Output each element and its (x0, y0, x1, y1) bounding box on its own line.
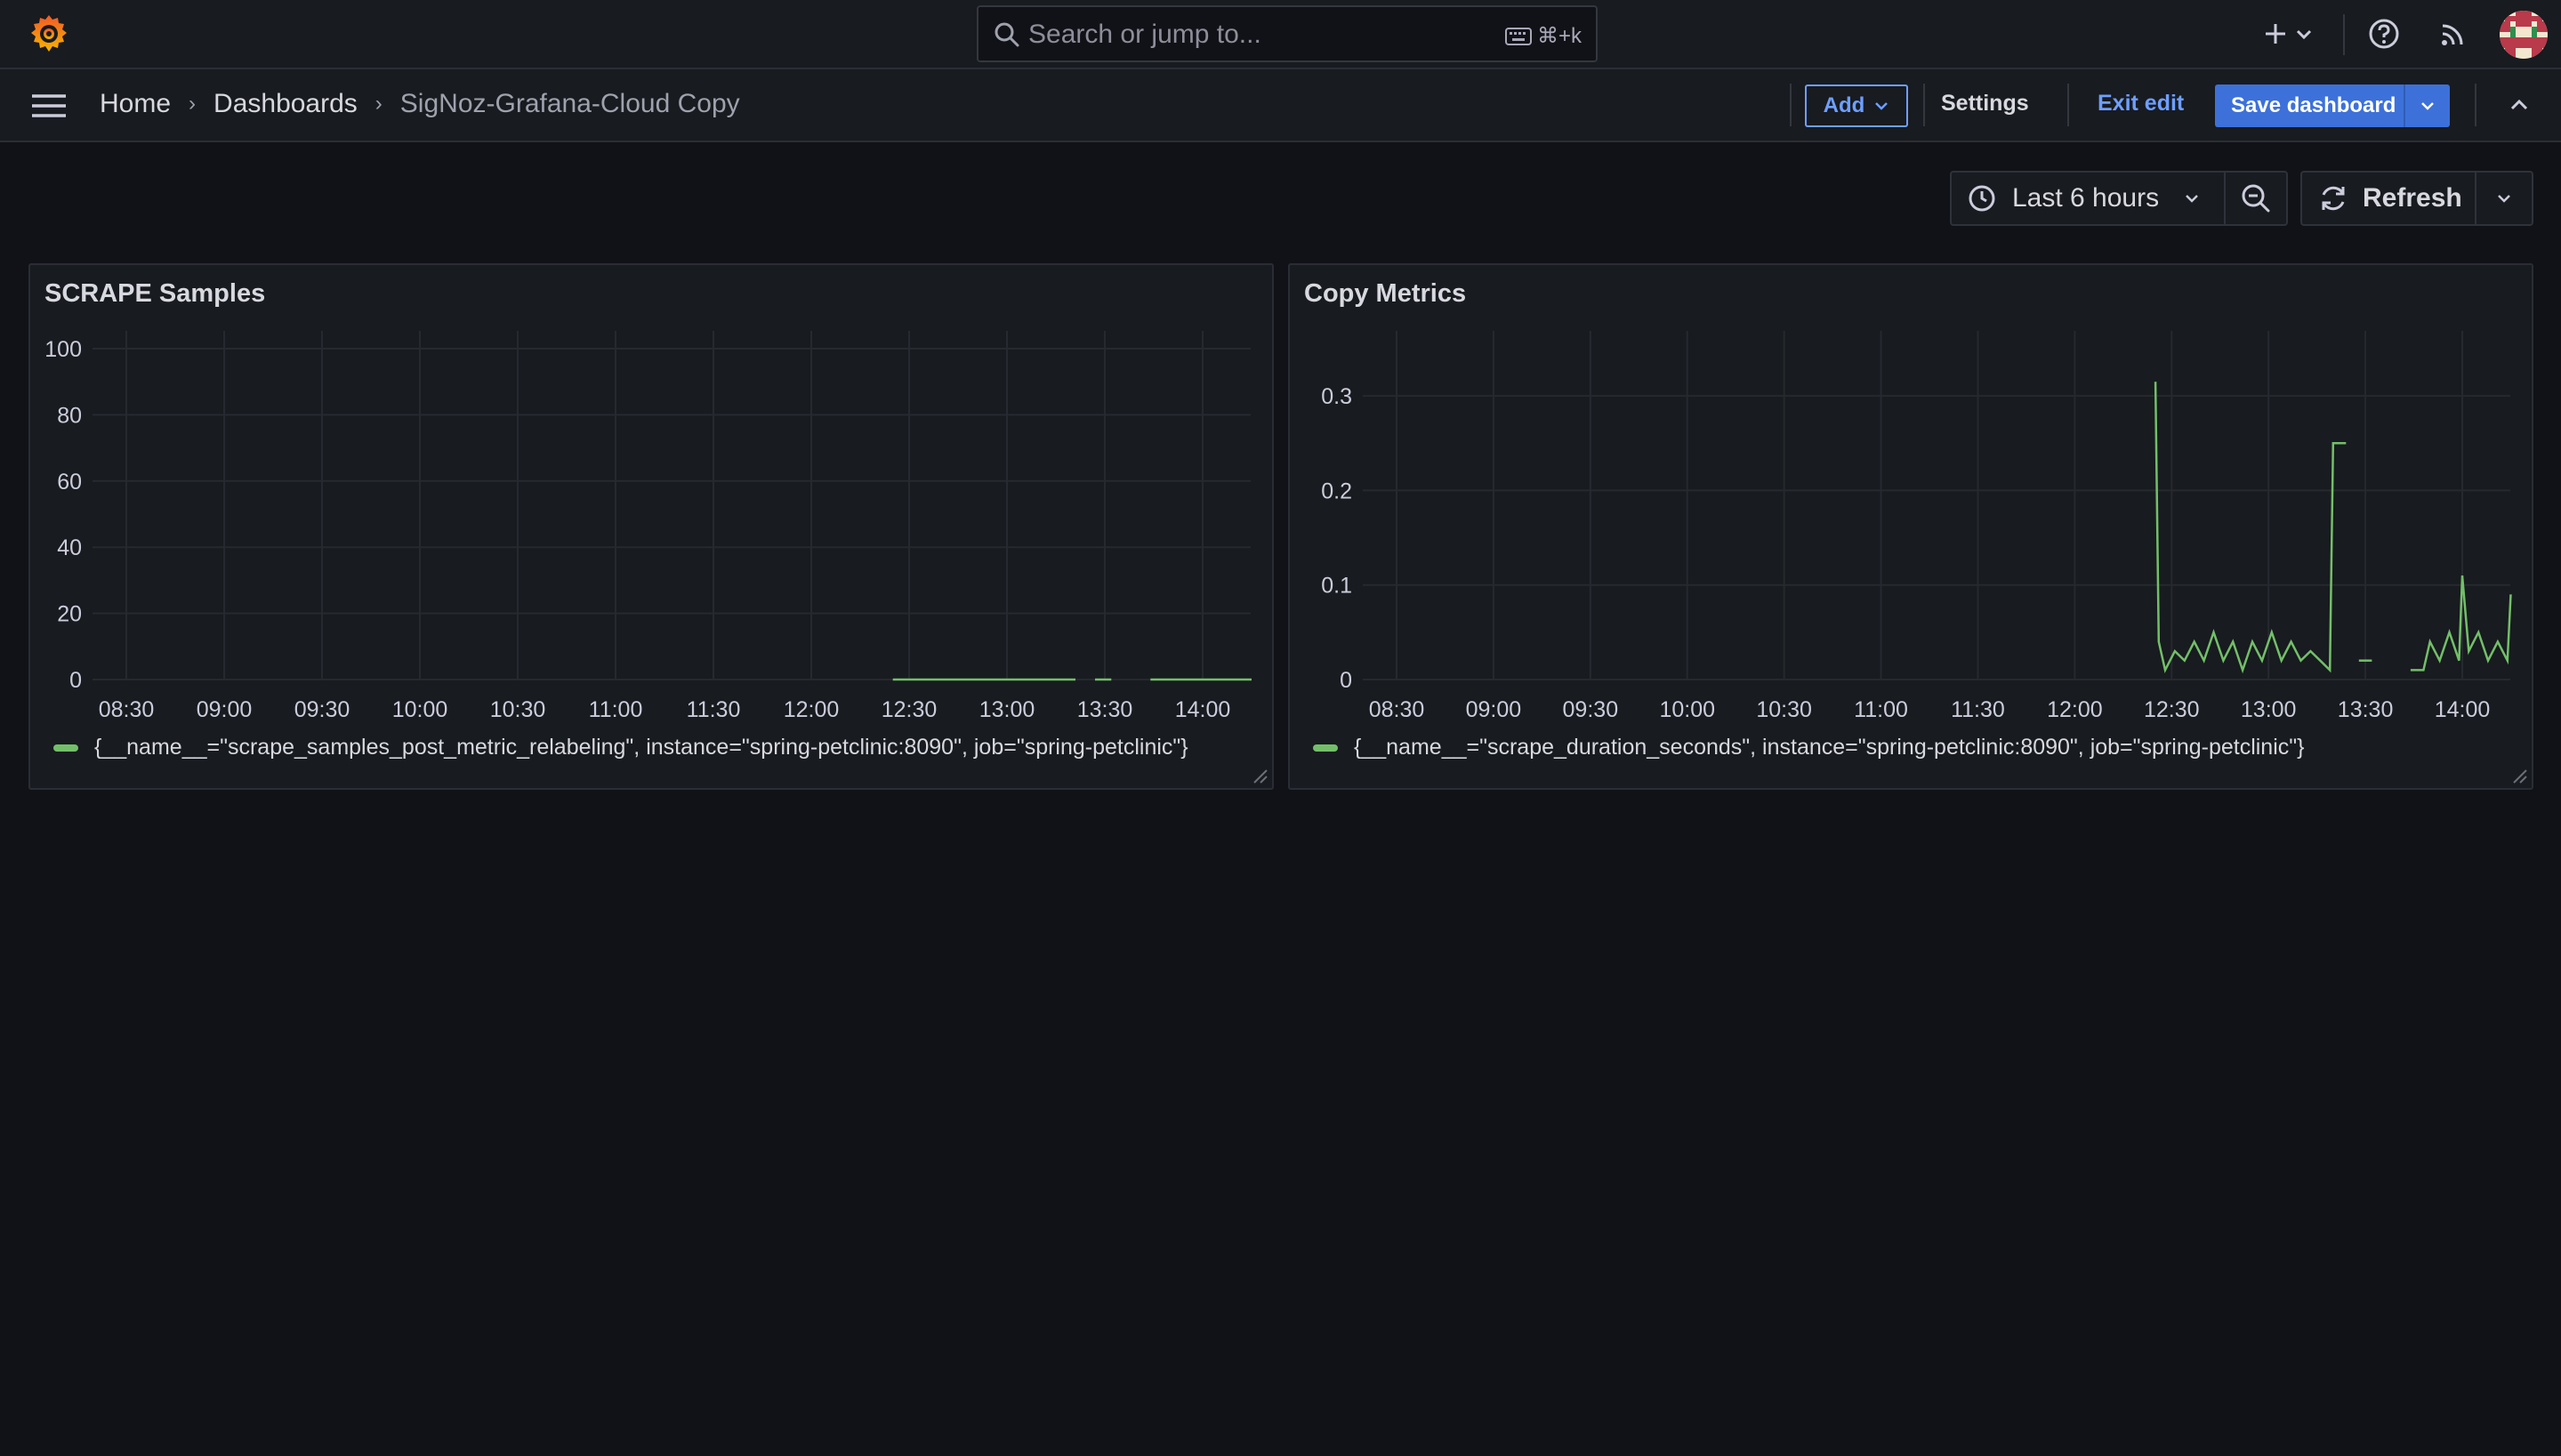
y-tick-label: 0 (1340, 668, 1352, 693)
zoom-out-button[interactable] (2224, 171, 2288, 226)
chevron-down-icon (2498, 195, 2510, 203)
chevron-right-icon: › (374, 92, 383, 116)
refresh-interval-button[interactable] (2475, 171, 2533, 226)
panel-scrape-samples[interactable]: SCRAPE Samples 0 20 40 60 80 100 08:30 09:00 09:… (28, 263, 1274, 790)
search-shortcut: ⌘+k (1504, 23, 1582, 49)
series-line (2154, 382, 2347, 674)
time-range-label: Last 6 hours (2012, 183, 2160, 213)
resize-handle-icon[interactable] (2510, 767, 2528, 784)
y-tick-label: 20 (57, 602, 82, 627)
x-tick-label: 12:00 (784, 697, 840, 722)
x-tick-label: 10:00 (392, 697, 448, 722)
nav-divider (2067, 84, 2069, 126)
x-tick-label: 13:30 (1077, 697, 1133, 722)
nav-divider (2475, 84, 2476, 126)
y-tick-label: 60 (57, 470, 82, 495)
topbar-divider (2343, 14, 2345, 55)
search-icon (995, 22, 1019, 47)
y-tick-label: 0.1 (1321, 574, 1352, 599)
save-dashboard-label: Save dashboard (2231, 93, 2396, 117)
top-bar: Search or jump to... ⌘+k (0, 0, 2561, 69)
zoom-out-icon (2242, 184, 2270, 213)
nav-divider (1790, 84, 1792, 126)
refresh-label: Refresh (2363, 183, 2462, 213)
nav-divider (1923, 84, 1925, 126)
x-tick-label: 13:00 (2241, 697, 2297, 722)
x-tick-label: 09:30 (294, 697, 350, 722)
help-icon[interactable] (2366, 16, 2402, 52)
breadcrumb-dashboards[interactable]: Dashboards (213, 89, 358, 119)
panel-copy-metrics[interactable]: Copy Metrics 0 0.1 0.2 0.3 08:30 09:00 09:30 10… (1288, 263, 2533, 790)
legend-swatch (53, 744, 78, 752)
news-feed-icon[interactable] (2436, 16, 2471, 52)
plus-icon[interactable] (2259, 16, 2291, 52)
clock-icon (1969, 185, 1995, 212)
chevron-down-icon[interactable] (2293, 16, 2315, 52)
x-tick-label: 09:00 (1466, 697, 1522, 722)
chevron-down-icon (2186, 195, 2198, 203)
x-tick-label: 08:30 (1369, 697, 1425, 722)
x-tick-label: 08:30 (99, 697, 155, 722)
menu-icon[interactable] (30, 91, 68, 121)
x-tick-label: 10:30 (490, 697, 546, 722)
breadcrumb-current: SigNoz-Grafana-Cloud Copy (399, 89, 740, 118)
x-tick-label: 10:00 (1659, 697, 1715, 722)
y-tick-label: 100 (44, 337, 82, 362)
resize-handle-icon[interactable] (1251, 767, 1268, 784)
legend-label: {__name__="scrape_duration_seconds", ins… (1354, 735, 2305, 760)
chevron-down-icon (1875, 102, 1889, 110)
x-tick-label: 13:30 (2338, 697, 2394, 722)
chart-copy-metrics: 0 0.1 0.2 0.3 08:30 09:00 09:30 10:00 10:30 11:00… (1321, 331, 2512, 722)
chevron-up-icon[interactable] (2507, 93, 2532, 117)
breadcrumb: Home › Dashboards › SigNoz-Grafana-Cloud… (100, 89, 740, 119)
add-button[interactable]: Add (1805, 84, 1908, 127)
x-tick-label: 10:30 (1756, 697, 1812, 722)
search-input[interactable]: Search or jump to... ⌘+k (977, 5, 1598, 62)
x-tick-label: 09:00 (197, 697, 253, 722)
legend-item[interactable]: {__name__="scrape_samples_post_metric_re… (53, 735, 1188, 760)
y-tick-label: 40 (57, 535, 82, 560)
x-tick-label: 11:00 (589, 697, 643, 722)
refresh-button[interactable]: Refresh (2300, 171, 2476, 226)
breadcrumb-home[interactable]: Home (100, 89, 171, 119)
chevron-right-icon: › (189, 92, 197, 116)
series-line (2410, 575, 2512, 672)
shortcut-text: ⌘+k (1536, 24, 1582, 48)
x-tick-label: 12:30 (882, 697, 938, 722)
x-tick-label: 09:30 (1563, 697, 1619, 722)
nav-bar: Home › Dashboards › SigNoz-Grafana-Cloud… (0, 69, 2561, 142)
avatar[interactable] (2500, 11, 2548, 59)
grafana-logo-icon[interactable] (27, 12, 71, 56)
x-tick-label: 14:00 (1175, 697, 1231, 722)
y-tick-label: 0 (69, 668, 82, 693)
legend-swatch (1313, 744, 1338, 752)
settings-button[interactable]: Settings (1941, 91, 2029, 117)
save-options-button[interactable] (2404, 84, 2450, 127)
x-tick-label: 11:30 (1951, 697, 2005, 722)
legend-label: {__name__="scrape_samples_post_metric_re… (94, 735, 1188, 760)
search-placeholder: Search or jump to... (1028, 20, 1261, 49)
x-tick-label: 11:30 (687, 697, 741, 722)
save-dashboard-button[interactable]: Save dashboard (2215, 84, 2450, 127)
time-range-picker[interactable]: Last 6 hours (1950, 171, 2226, 226)
x-tick-label: 14:00 (2435, 697, 2491, 722)
refresh-icon (2322, 186, 2345, 211)
chevron-down-icon (2421, 102, 2434, 110)
x-tick-label: 13:00 (979, 697, 1035, 722)
y-tick-label: 0.3 (1321, 384, 1352, 409)
add-label: Add (1823, 93, 1865, 117)
x-tick-label: 12:00 (2047, 697, 2103, 722)
legend-item[interactable]: {__name__="scrape_duration_seconds", ins… (1313, 735, 2305, 760)
exit-edit-button[interactable]: Exit edit (2098, 91, 2184, 117)
keyboard-icon (1504, 27, 1532, 45)
y-tick-label: 0.2 (1321, 479, 1352, 503)
y-tick-label: 80 (57, 403, 82, 428)
x-tick-label: 11:00 (1854, 697, 1908, 722)
x-tick-label: 12:30 (2144, 697, 2200, 722)
chart-scrape-samples: 0 20 40 60 80 100 08:30 09:00 09:30 10:00 10:30 11:… (44, 331, 1252, 722)
